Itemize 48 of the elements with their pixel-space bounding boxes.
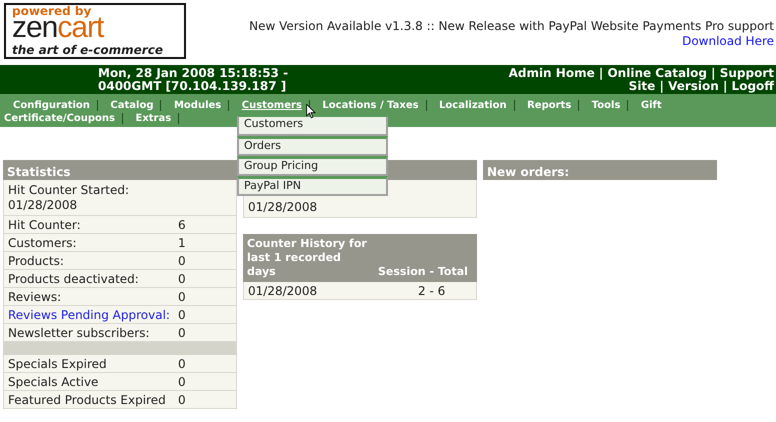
dropdown-item[interactable]: Group Pricing bbox=[237, 156, 388, 176]
stat-label: Newsletter subscribers: bbox=[8, 324, 151, 342]
header-link[interactable]: Site bbox=[628, 79, 656, 93]
panel-header: Statistics bbox=[3, 160, 237, 180]
stat-value: 1 bbox=[178, 234, 186, 252]
table-cell-text: 2 - 6 bbox=[418, 282, 446, 300]
header-link[interactable]: Online Catalog bbox=[607, 66, 707, 80]
stat-label: Products deactivated: bbox=[8, 270, 140, 288]
dropdown-item[interactable]: PayPal IPN bbox=[237, 176, 388, 196]
header-link[interactable]: Support bbox=[720, 66, 774, 80]
dropdown-item[interactable]: Customers bbox=[237, 116, 388, 136]
stat-value: 0 bbox=[178, 252, 186, 270]
header-link[interactable]: Version bbox=[668, 79, 719, 93]
table-cell-text: 01/28/2008 bbox=[248, 282, 318, 300]
version-notice: New Version Available v1.3.8 :: New Release with PayPal Website Payments Pro support bbox=[249, 19, 774, 34]
stat-label: Products: bbox=[8, 252, 65, 270]
stat-label: Specials Expired bbox=[8, 356, 108, 372]
stat-value: 01/28/2008 bbox=[8, 198, 78, 212]
header-link[interactable]: Logoff bbox=[732, 79, 774, 93]
stat-label: Specials Active bbox=[8, 374, 100, 390]
hit-counter-date: 01/28/2008 bbox=[248, 199, 318, 216]
column-header: Session - Total bbox=[378, 265, 468, 279]
stat-label: Hit Counter Started: bbox=[8, 182, 130, 198]
separator: | bbox=[722, 79, 728, 93]
download-link[interactable]: Download Here bbox=[682, 34, 774, 48]
header-link[interactable]: Admin Home bbox=[508, 66, 595, 80]
stat-value: 0 bbox=[178, 392, 186, 408]
stat-value: 0 bbox=[178, 270, 186, 288]
stat-value: 0 bbox=[178, 306, 186, 324]
stat-value: 0 bbox=[178, 356, 186, 372]
stat-value: 0 bbox=[178, 374, 186, 390]
date-time: Mon, 28 Jan 2008 15:18:53 - 0400GMT [70.104.139.187 ] bbox=[98, 67, 288, 93]
stat-value: 6 bbox=[178, 216, 186, 234]
separator: | bbox=[598, 66, 604, 80]
stat-value: 0 bbox=[178, 288, 186, 306]
stat-label: Hit Counter: bbox=[8, 216, 82, 234]
stat-label: Featured Products Expired bbox=[8, 392, 167, 408]
dropdown-item[interactable]: Orders bbox=[237, 136, 388, 156]
panel-header: New orders: bbox=[483, 160, 717, 180]
separator: | bbox=[710, 66, 717, 80]
panel-title: Counter History for last 1 recorded days bbox=[247, 237, 368, 279]
separator: | bbox=[659, 79, 664, 93]
stat-value: 0 bbox=[178, 324, 186, 342]
logo-tagline: the art of e-commerce bbox=[12, 44, 164, 56]
stat-link[interactable]: Reviews Pending Approval: bbox=[8, 306, 178, 324]
stat-label: Reviews: bbox=[8, 288, 62, 306]
stat-label: Customers: bbox=[8, 234, 78, 252]
cursor-icon bbox=[306, 104, 316, 119]
